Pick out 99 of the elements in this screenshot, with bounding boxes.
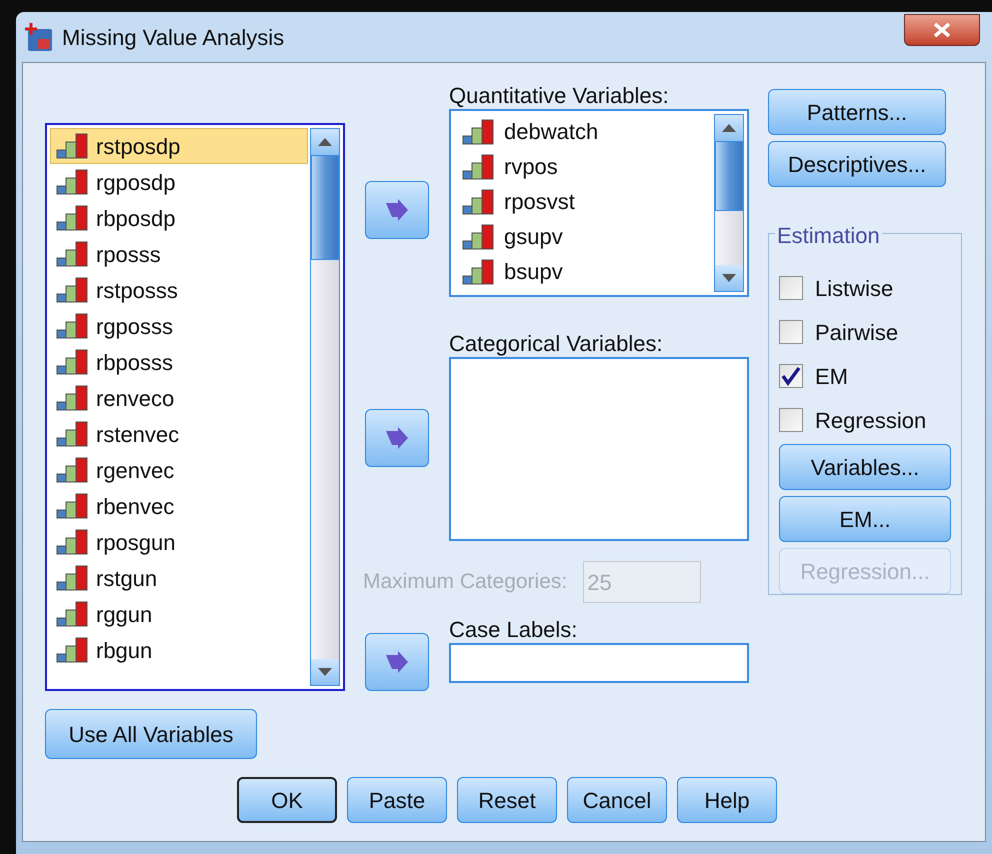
variable-list-item[interactable]: rgposdp (50, 164, 308, 200)
variable-list-item[interactable]: gsupv (454, 219, 712, 254)
maximum-categories-label: Maximum Categories: (363, 569, 568, 596)
checkmark-icon (781, 366, 801, 386)
variable-list-item[interactable]: rposvst (454, 184, 712, 219)
case-labels-label: Case Labels: (449, 616, 578, 643)
variable-name: rgenvec (96, 456, 174, 485)
variable-name: rgposss (96, 312, 174, 341)
scale-variable-icon (56, 457, 90, 483)
scale-variable-icon (56, 529, 90, 555)
variable-list-item[interactable]: rbposss (50, 344, 308, 380)
scroll-thumb[interactable] (715, 141, 743, 211)
scale-variable-icon (56, 637, 90, 663)
scale-variable-icon (56, 385, 90, 411)
variable-list-item[interactable]: rbgun (50, 632, 308, 668)
variable-list-item[interactable]: rstposss (50, 272, 308, 308)
scale-variable-icon (56, 205, 90, 231)
dialog-option-button[interactable]: Descriptives... (768, 141, 946, 187)
variable-list-item[interactable]: rbenvec (50, 488, 308, 524)
dialog-button[interactable]: Reset (457, 777, 557, 823)
variable-list-item[interactable]: rposss (50, 236, 308, 272)
variable-name: renveco (96, 384, 174, 412)
variable-list-item[interactable]: rgposss (50, 308, 308, 344)
scale-variable-icon (56, 169, 90, 195)
variable-name: rbposdp (96, 204, 176, 233)
variable-list-item[interactable]: debwatch (454, 114, 712, 149)
variable-name: rposss (96, 240, 161, 269)
variable-name: rstgun (96, 564, 158, 593)
variable-list-item[interactable]: rgenvec (50, 452, 308, 488)
move-right-button[interactable] (365, 181, 429, 239)
scale-variable-icon (56, 241, 90, 267)
variable-list-item[interactable]: rvpos (454, 149, 712, 184)
variable-list-item[interactable]: rggun (50, 596, 308, 632)
variable-name: rgposdp (96, 168, 176, 197)
dialog-button[interactable]: OK (237, 777, 337, 823)
variable-list-item[interactable]: rstposdp (50, 128, 308, 164)
variable-name: rposgun (96, 528, 176, 557)
scale-variable-icon (56, 313, 90, 339)
checkbox-label: EM (815, 362, 848, 390)
dialog-button[interactable]: Paste (347, 777, 447, 823)
scale-variable-icon (462, 118, 496, 144)
scale-variable-icon (462, 224, 496, 250)
variable-name: rstenvec (96, 420, 180, 448)
close-button[interactable] (904, 14, 980, 46)
variable-list-item[interactable]: bsupv (454, 254, 712, 289)
right-arrow-icon (384, 199, 410, 221)
move-right-button[interactable] (365, 409, 429, 467)
scale-variable-icon (462, 154, 496, 180)
checkbox-label: Regression (815, 406, 926, 435)
categorical-variables-list[interactable] (449, 357, 749, 541)
variable-name: rstposss (96, 276, 178, 305)
checkbox[interactable] (779, 408, 803, 432)
scale-variable-icon (462, 258, 496, 284)
checkbox-label: Listwise (815, 274, 894, 302)
checkbox[interactable] (779, 276, 803, 300)
dialog-button[interactable]: Help (677, 777, 777, 823)
variable-list-item[interactable]: rstenvec (50, 416, 308, 452)
variable-name: gsupv (504, 223, 563, 251)
variable-list-item[interactable]: rbposdp (50, 200, 308, 236)
close-icon (933, 22, 951, 38)
variable-name: rggun (96, 600, 152, 629)
right-arrow-icon (384, 651, 410, 673)
right-arrow-icon (384, 427, 410, 449)
scroll-thumb[interactable] (311, 155, 339, 260)
quantitative-variables-label: Quantitative Variables: (449, 82, 670, 109)
variable-name: rbenvec (96, 492, 174, 520)
scrollbar[interactable] (310, 128, 340, 686)
scrollbar[interactable] (714, 114, 744, 292)
window-title: Missing Value Analysis (62, 24, 284, 52)
variable-name: rbposss (96, 348, 174, 377)
variable-name: bsupv (504, 258, 563, 286)
scale-variable-icon (56, 493, 90, 519)
dialog-option-button[interactable]: Patterns... (768, 89, 946, 135)
scale-variable-icon (56, 277, 90, 303)
variable-name: debwatch (504, 118, 598, 146)
case-labels-field[interactable] (449, 643, 749, 683)
scale-variable-icon (56, 349, 90, 375)
scale-variable-icon (56, 601, 90, 627)
variable-list-item[interactable]: rstgun (50, 560, 308, 596)
app-table-icon (22, 21, 54, 53)
scale-variable-icon (462, 188, 496, 214)
variable-list-item[interactable]: rposgun (50, 524, 308, 560)
move-right-button[interactable] (365, 633, 429, 691)
scale-variable-icon (56, 565, 90, 591)
checkbox-label: Pairwise (815, 318, 898, 346)
estimation-option-button[interactable]: EM... (779, 496, 951, 542)
scale-variable-icon (56, 421, 90, 447)
checkbox[interactable] (779, 320, 803, 344)
variable-name: rposvst (504, 188, 575, 216)
categorical-variables-label: Categorical Variables: (449, 330, 664, 357)
estimation-option-button[interactable]: Variables... (779, 444, 951, 490)
variable-name: rvpos (504, 153, 558, 181)
checkbox[interactable] (779, 364, 803, 388)
variable-list-item[interactable]: renveco (50, 380, 308, 416)
variable-name: rstposdp (96, 132, 180, 161)
dialog-button[interactable]: Cancel (567, 777, 667, 823)
variable-name: rbgun (96, 636, 152, 665)
use-all-variables-button[interactable]: Use All Variables (45, 709, 257, 759)
scale-variable-icon (56, 133, 90, 159)
